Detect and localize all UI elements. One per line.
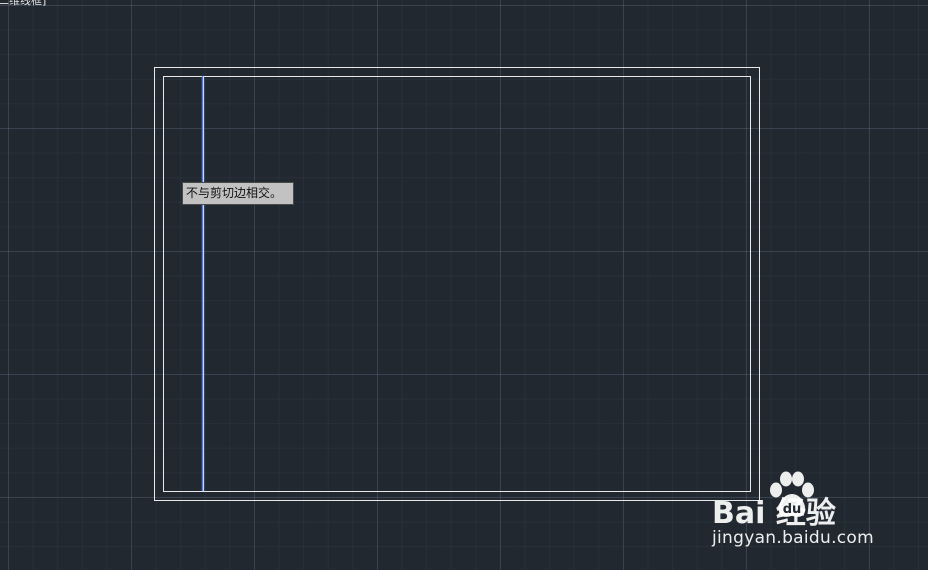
watermark-url: jingyan.baidu.com — [712, 528, 874, 548]
selected-vertical-line-highlight — [203, 76, 204, 491]
viewport-visual-style-label[interactable]: 二维线框] — [0, 0, 46, 8]
drawing-canvas[interactable]: 二维线框] 不与剪切边相交。 Bai 经验 du jingyan.baidu.c… — [0, 0, 928, 570]
svg-text:du: du — [783, 502, 802, 517]
cursor-tooltip: 不与剪切边相交。 — [182, 182, 294, 205]
baidu-paw-icon: du — [770, 471, 814, 517]
inner-rectangle[interactable] — [163, 76, 751, 492]
